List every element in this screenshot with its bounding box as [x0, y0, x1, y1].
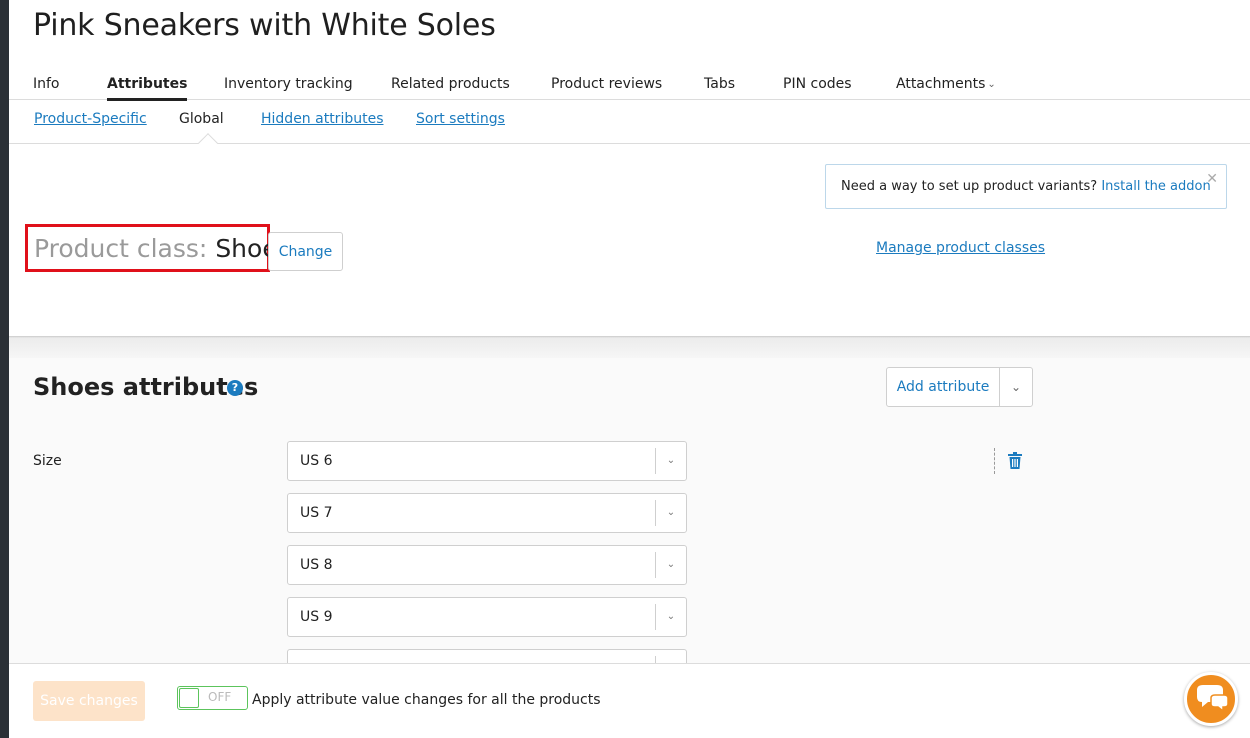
- save-changes-button[interactable]: Save changes: [33, 681, 145, 721]
- notice-text: Need a way to set up product variants?: [841, 179, 1098, 194]
- row-divider: [994, 448, 995, 474]
- select-value: US 6: [300, 453, 333, 469]
- chevron-down-icon: ⌄: [655, 604, 686, 630]
- addon-notice: Need a way to set up product variants? I…: [825, 164, 1227, 209]
- apply-all-toggle[interactable]: OFF: [177, 686, 248, 710]
- subtab-global[interactable]: Global: [179, 111, 224, 127]
- toggle-knob: [179, 688, 199, 708]
- tab-inventory-tracking[interactable]: Inventory tracking: [224, 76, 353, 92]
- apply-all-label: Apply attribute value changes for all th…: [252, 692, 601, 708]
- chevron-down-icon: ⌄: [655, 448, 686, 474]
- chevron-down-icon: ⌄: [987, 79, 996, 90]
- active-subtab-pointer: [198, 133, 218, 153]
- add-attribute-button[interactable]: Add attribute: [887, 368, 999, 406]
- attributes-section-title: Shoes attributes: [33, 373, 259, 401]
- chat-icon: [1197, 685, 1229, 713]
- main-tabs: Info Attributes Inventory tracking Relat…: [9, 66, 1250, 101]
- tab-attributes[interactable]: Attributes: [107, 76, 188, 101]
- chat-button[interactable]: [1184, 672, 1238, 726]
- tab-attachments[interactable]: Attachments ⌄: [896, 76, 996, 92]
- product-class-display: Product class: Shoes: [25, 224, 291, 272]
- trash-icon[interactable]: [1007, 452, 1023, 470]
- left-sidebar-strip: [0, 0, 9, 738]
- change-class-button[interactable]: Change: [268, 232, 343, 271]
- tab-related-products[interactable]: Related products: [391, 76, 510, 92]
- subtab-product-specific[interactable]: Product-Specific: [34, 111, 147, 127]
- chevron-down-icon[interactable]: ⌄: [999, 368, 1032, 406]
- chevron-down-icon: ⌄: [655, 552, 686, 578]
- tab-info[interactable]: Info: [33, 76, 60, 92]
- install-addon-link[interactable]: Install the addon: [1101, 179, 1210, 194]
- select-value: US 9: [300, 609, 333, 625]
- chevron-down-icon: ⌄: [655, 500, 686, 526]
- add-attribute-control: Add attribute ⌄: [886, 367, 1033, 407]
- product-class-label: Product class:: [34, 234, 208, 263]
- sub-tabs: Product-Specific Global Hidden attribute…: [9, 100, 1250, 153]
- close-icon[interactable]: ✕: [1206, 171, 1218, 187]
- tab-attachments-label: Attachments: [896, 76, 986, 92]
- tab-pin-codes[interactable]: PIN codes: [783, 76, 852, 92]
- subtab-sort-settings[interactable]: Sort settings: [416, 111, 505, 127]
- section-divider: [9, 336, 1250, 358]
- size-value-select[interactable]: US 6 ⌄: [287, 441, 687, 481]
- subtab-hidden-attributes[interactable]: Hidden attributes: [261, 111, 384, 127]
- toggle-state: OFF: [208, 690, 232, 704]
- size-value-select[interactable]: US 9 ⌄: [287, 597, 687, 637]
- tab-tabs[interactable]: Tabs: [704, 76, 735, 92]
- tab-product-reviews[interactable]: Product reviews: [551, 76, 662, 92]
- manage-product-classes-link[interactable]: Manage product classes: [876, 240, 1045, 256]
- size-value-select[interactable]: US 8 ⌄: [287, 545, 687, 585]
- page-title: Pink Sneakers with White Soles: [33, 8, 496, 43]
- attribute-name: Size: [33, 453, 62, 469]
- size-value-select[interactable]: US 7 ⌄: [287, 493, 687, 533]
- help-icon[interactable]: ?: [227, 380, 243, 396]
- select-value: US 7: [300, 505, 333, 521]
- select-value: US 8: [300, 557, 333, 573]
